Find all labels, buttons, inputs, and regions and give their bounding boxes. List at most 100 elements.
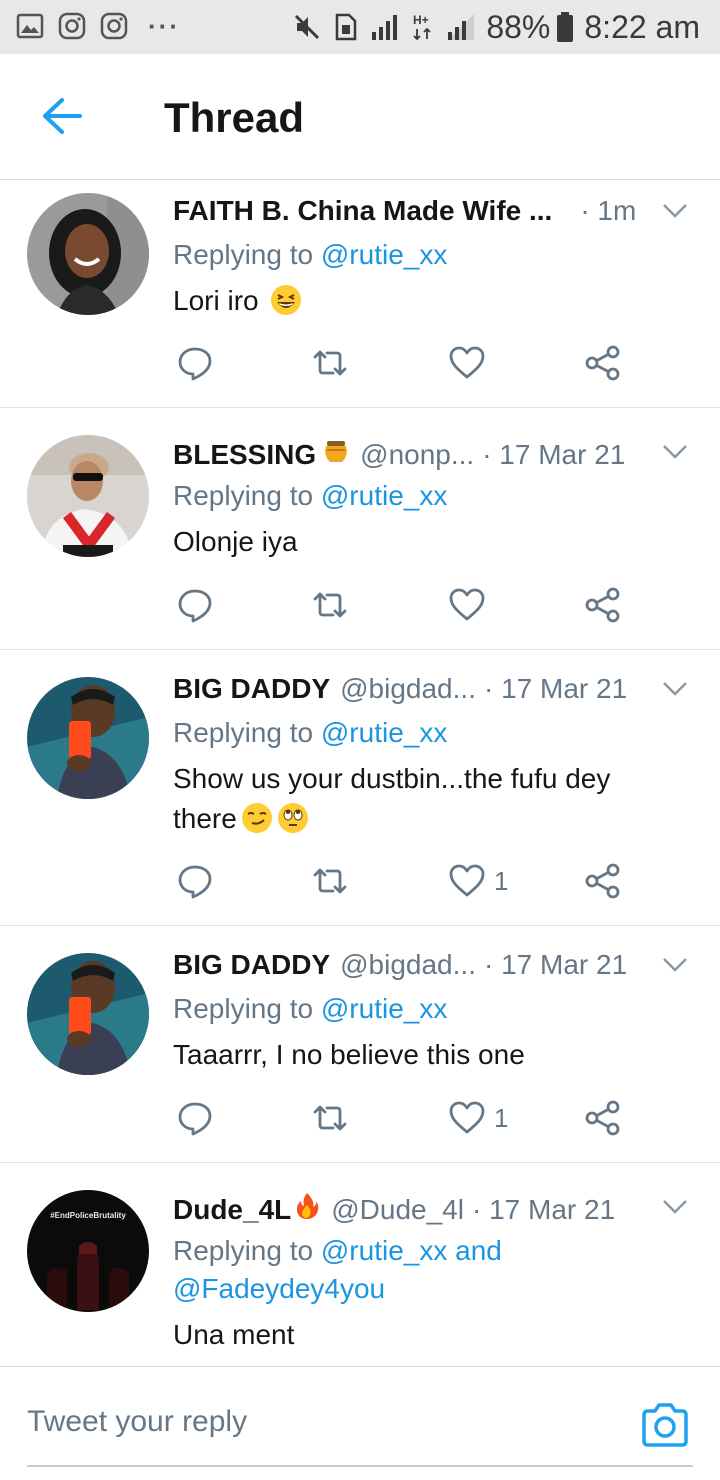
share-icon[interactable] bbox=[584, 344, 622, 382]
display-name[interactable]: BIG DADDY bbox=[173, 949, 330, 981]
tweet[interactable]: BLESSING @nonp... · 17 Mar 21 Replying t… bbox=[0, 408, 720, 650]
replying-prefix: Replying to bbox=[173, 1235, 321, 1266]
avatar[interactable] bbox=[27, 435, 149, 557]
retweet-icon[interactable] bbox=[311, 344, 349, 382]
reply-action[interactable] bbox=[176, 585, 214, 625]
reply-action[interactable] bbox=[176, 861, 214, 901]
heart-icon[interactable] bbox=[448, 1099, 486, 1137]
replying-to: Replying to @rutie_xx and @Fadeydey4you bbox=[173, 1232, 673, 1308]
tweet[interactable]: BIG DADDY @bigdad... · 17 Mar 21 Replyin… bbox=[0, 650, 720, 926]
retweet-icon[interactable] bbox=[311, 1099, 349, 1137]
tweet-time: · 17 Mar 21 bbox=[482, 439, 626, 470]
mention-link[interactable]: @rutie_xx bbox=[321, 717, 447, 748]
fire-emoji bbox=[297, 1193, 319, 1219]
honey-pot-emoji bbox=[325, 441, 348, 462]
battery-percent: 88% bbox=[486, 8, 551, 45]
avatar[interactable] bbox=[27, 193, 149, 315]
tweet-body: Show us your dustbin...the fufu dey bbox=[173, 763, 611, 794]
tweet-header: FAITH B. China Made Wife ... · 1m bbox=[173, 195, 643, 229]
share-action[interactable] bbox=[584, 861, 622, 901]
heart-icon[interactable] bbox=[448, 344, 486, 382]
mention-link[interactable]: @rutie_xx bbox=[321, 993, 447, 1024]
avatar-photo bbox=[27, 193, 149, 315]
tweet-actions bbox=[173, 585, 633, 625]
chevron-down-icon[interactable] bbox=[662, 444, 688, 460]
share-action[interactable] bbox=[584, 1098, 622, 1138]
heart-icon[interactable] bbox=[448, 586, 486, 624]
user-handle[interactable]: @nonp... bbox=[360, 439, 474, 470]
like-action[interactable] bbox=[448, 585, 494, 625]
user-handle[interactable]: @Dude_4l bbox=[331, 1194, 464, 1225]
mute-icon bbox=[295, 14, 320, 40]
tweet-text: Taaarrr, I no believe this one bbox=[173, 1035, 673, 1075]
reply-icon[interactable] bbox=[176, 586, 214, 624]
chevron-down-icon[interactable] bbox=[662, 203, 688, 219]
svg-text:H+: H+ bbox=[413, 13, 429, 27]
arrow-left-icon[interactable] bbox=[40, 96, 84, 136]
tweet-time: · 17 Mar 21 bbox=[483, 949, 628, 980]
avatar-photo bbox=[27, 435, 149, 557]
like-action[interactable]: 1 bbox=[448, 1098, 508, 1138]
reply-icon[interactable] bbox=[176, 862, 214, 900]
reply-action[interactable] bbox=[176, 1098, 214, 1138]
avatar[interactable] bbox=[27, 677, 149, 799]
retweet-action[interactable] bbox=[311, 1098, 349, 1138]
avatar[interactable] bbox=[27, 953, 149, 1075]
heart-icon[interactable] bbox=[448, 862, 486, 900]
tweet[interactable]: FAITH B. China Made Wife ... · 1m Replyi… bbox=[0, 181, 720, 408]
display-name[interactable]: BLESSING bbox=[173, 439, 316, 470]
tweet-text: Show us your dustbin...the fufu dey ther… bbox=[173, 759, 673, 839]
display-name[interactable]: FAITH B. China Made Wife ... bbox=[173, 195, 552, 227]
battery-icon bbox=[557, 12, 574, 42]
tweet[interactable]: BIG DADDY @bigdad... · 17 Mar 21 Replyin… bbox=[0, 926, 720, 1163]
reply-icon[interactable] bbox=[176, 1099, 214, 1137]
like-action[interactable]: 1 bbox=[448, 861, 508, 901]
retweet-action[interactable] bbox=[311, 585, 349, 625]
grinning-squint-emoji bbox=[271, 285, 302, 315]
user-handle[interactable]: @bigdad... bbox=[340, 949, 476, 981]
sim-icon bbox=[336, 13, 357, 41]
share-action[interactable] bbox=[584, 585, 622, 625]
tweet-header: BLESSING @nonp... · 17 Mar 21 bbox=[173, 436, 643, 470]
tweet-header: Dude_4L @Dude_4l · 17 Mar 21 bbox=[173, 1191, 643, 1225]
tweet-header: BIG DADDY @bigdad... · 17 Mar 21 bbox=[173, 949, 643, 983]
share-icon[interactable] bbox=[584, 586, 622, 624]
tweet[interactable]: #EndPoliceBrutality Dude_4L @Dude_4l · 1… bbox=[0, 1163, 720, 1366]
retweet-icon[interactable] bbox=[311, 862, 349, 900]
display-name[interactable]: BIG DADDY bbox=[173, 673, 330, 705]
mention-link[interactable]: @rutie_xx bbox=[321, 480, 447, 511]
replying-prefix: Replying to bbox=[173, 993, 321, 1024]
tweet-time: · 17 Mar 21 bbox=[483, 673, 628, 704]
retweet-action[interactable] bbox=[311, 343, 349, 383]
user-handle[interactable]: @bigdad... bbox=[340, 673, 476, 705]
reply-action[interactable] bbox=[176, 343, 214, 383]
chevron-down-icon[interactable] bbox=[662, 681, 688, 697]
chevron-down-icon[interactable] bbox=[662, 957, 688, 973]
tweet-time: · 1m bbox=[580, 195, 637, 226]
share-action[interactable] bbox=[584, 343, 622, 383]
tweet-text: Una ment bbox=[173, 1315, 673, 1355]
status-right: H+ 88% 8:22 am bbox=[280, 8, 700, 46]
status-bar: ··· H+ 88% 8:22 am bbox=[0, 0, 720, 54]
display-name[interactable]: Dude_4L bbox=[173, 1194, 291, 1225]
retweet-action[interactable] bbox=[311, 861, 349, 901]
replying-to: Replying to @rutie_xx bbox=[173, 714, 673, 752]
replying-prefix: Replying to bbox=[173, 239, 321, 270]
tweet-body: Taaarrr, I no believe this one bbox=[173, 1039, 525, 1070]
mention-link-2[interactable]: @Fadeydey4you bbox=[173, 1273, 385, 1304]
share-icon[interactable] bbox=[584, 1099, 622, 1137]
reply-input[interactable]: Tweet your reply bbox=[27, 1405, 247, 1439]
share-icon[interactable] bbox=[584, 862, 622, 900]
like-action[interactable] bbox=[448, 343, 494, 383]
tweet-body-cont: there bbox=[173, 803, 237, 834]
mention-link[interactable]: @rutie_xx bbox=[321, 239, 447, 270]
tweet-body: Una ment bbox=[173, 1319, 295, 1350]
reply-icon[interactable] bbox=[176, 344, 214, 382]
tweet-text: Lori iro bbox=[173, 281, 673, 321]
camera-icon[interactable] bbox=[640, 1401, 690, 1449]
mention-link[interactable]: @rutie_xx and bbox=[321, 1235, 502, 1266]
chevron-down-icon[interactable] bbox=[662, 1199, 688, 1215]
tweet-body-line2: there bbox=[173, 799, 673, 839]
avatar[interactable]: #EndPoliceBrutality bbox=[27, 1190, 149, 1312]
retweet-icon[interactable] bbox=[311, 586, 349, 624]
